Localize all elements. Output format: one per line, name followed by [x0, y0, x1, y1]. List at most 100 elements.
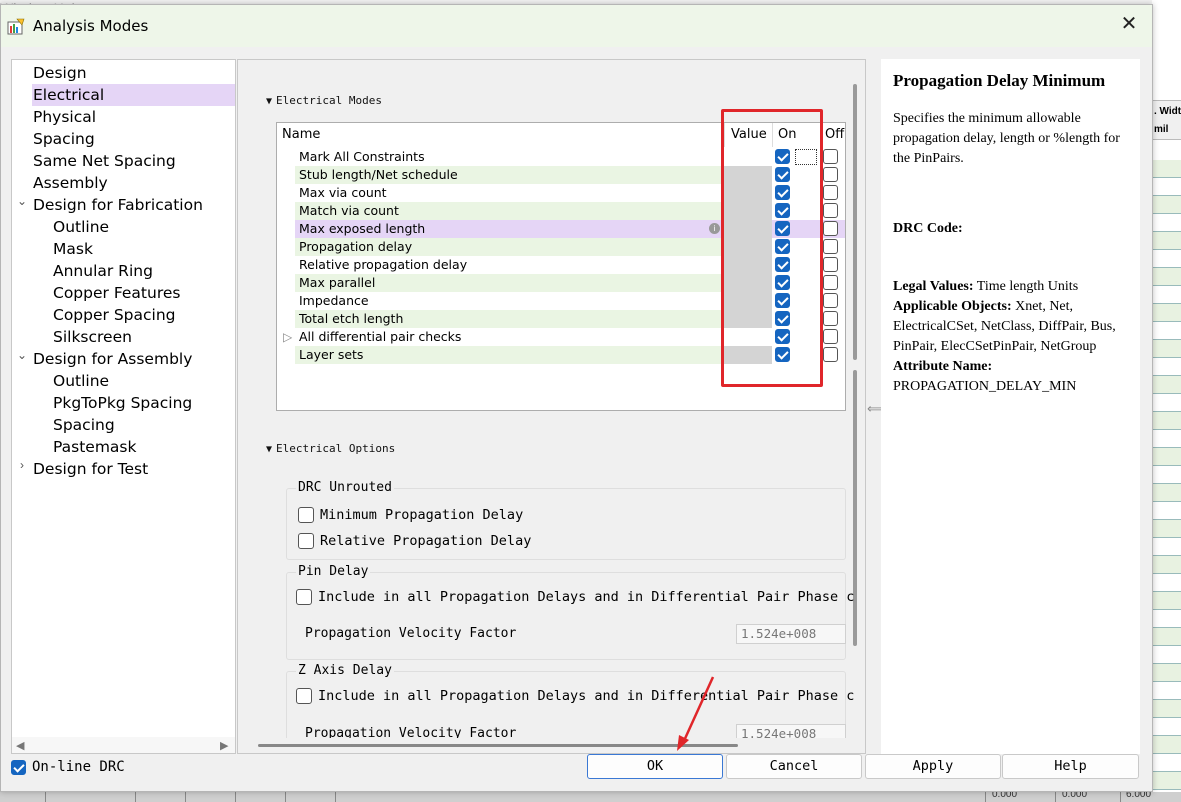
- rel-prop-delay-label: Relative Propagation Delay: [320, 533, 532, 549]
- horizontal-scrollbar[interactable]: [258, 744, 738, 747]
- tree-item[interactable]: Outline: [12, 216, 109, 238]
- tree-item[interactable]: Design: [12, 62, 87, 84]
- background-value: 6.000: [1126, 792, 1152, 800]
- scroll-right-icon[interactable]: ▶: [220, 739, 228, 752]
- applicable-objects: Applicable Objects: Xnet, Net, Electrica…: [893, 297, 1128, 357]
- expand-arrow-icon[interactable]: ▷: [283, 328, 292, 346]
- drc-code-label: DRC Code:: [893, 221, 963, 236]
- pin-delay-include-option[interactable]: Include in all Propagation Delays and in…: [296, 589, 854, 605]
- tree-item[interactable]: Spacing: [12, 414, 115, 436]
- scroll-left-icon[interactable]: ◀: [16, 739, 24, 752]
- mode-name: Match via count: [299, 203, 399, 218]
- mode-name: Layer sets: [299, 347, 364, 362]
- electrical-options-header[interactable]: ▼ Electrical Options: [266, 442, 395, 455]
- tree-item[interactable]: Spacing: [12, 128, 95, 150]
- attribute-name-text: PROPAGATION_DELAY_MIN: [893, 379, 1077, 394]
- title-bar[interactable]: Analysis Modes ✕: [1, 5, 1152, 47]
- pin-delay-include-label: Include in all Propagation Delays and in…: [318, 589, 855, 605]
- z-axis-include-label: Include in all Propagation Delays and in…: [318, 688, 855, 704]
- electrical-modes-header[interactable]: ▼ Electrical Modes: [266, 94, 382, 107]
- tree-item[interactable]: Physical: [12, 106, 96, 128]
- pin-delay-velocity-label: Propagation Velocity Factor: [305, 626, 517, 641]
- tree-item[interactable]: Silkscreen: [12, 326, 132, 348]
- legal-values-label: Legal Values:: [893, 279, 974, 294]
- online-drc-checkbox[interactable]: [11, 759, 26, 775]
- tree-item[interactable]: Electrical: [32, 84, 235, 106]
- analysis-modes-dialog: Analysis Modes ✕ Design Electrical Physica…: [0, 4, 1153, 792]
- mode-name: Mark All Constraints: [299, 149, 425, 164]
- off-checkbox[interactable]: [823, 149, 838, 164]
- tree-item[interactable]: PkgToPkg Spacing: [12, 392, 192, 414]
- tree-item[interactable]: Pastemask: [12, 436, 137, 458]
- off-checkbox[interactable]: [823, 347, 838, 362]
- pin-delay-velocity-field[interactable]: 1.524e+008: [736, 624, 846, 644]
- close-icon[interactable]: ✕: [1118, 13, 1140, 35]
- min-prop-delay-checkbox[interactable]: [298, 507, 314, 523]
- tree-item[interactable]: Design for Fabrication: [12, 194, 203, 216]
- ok-button[interactable]: OK: [587, 754, 723, 779]
- tree-item[interactable]: Design for Test: [12, 458, 148, 480]
- pin-delay-include-checkbox[interactable]: [296, 589, 312, 605]
- rel-prop-delay-checkbox[interactable]: [298, 533, 314, 549]
- mode-name: Max parallel: [299, 275, 376, 290]
- highlight-annotation-box: [721, 109, 823, 387]
- online-drc-label: On-line DRC: [32, 759, 125, 775]
- background-spreadsheet: . Widt mil: [1152, 0, 1181, 802]
- rel-prop-delay-option[interactable]: Relative Propagation Delay: [298, 533, 531, 549]
- vertical-scrollbar-upper[interactable]: [853, 84, 857, 360]
- mode-name: Total etch length: [299, 311, 404, 326]
- settings-panel: ▼ Electrical Modes Name Value On Off Mark…: [237, 59, 866, 754]
- background-column-header: . Widt mil: [1152, 100, 1181, 140]
- min-prop-delay-label: Minimum Propagation Delay: [320, 507, 524, 523]
- min-prop-delay-option[interactable]: Minimum Propagation Delay: [298, 507, 523, 523]
- mode-name: Stub length/Net schedule: [299, 167, 458, 182]
- mode-name: Relative propagation delay: [299, 257, 468, 272]
- help-button[interactable]: Help: [1002, 754, 1139, 779]
- collapse-triangle-icon: ▼: [266, 444, 273, 455]
- off-checkbox[interactable]: [823, 293, 838, 308]
- z-axis-delay-title: Z Axis Delay: [296, 663, 394, 678]
- z-axis-include-checkbox[interactable]: [296, 688, 312, 704]
- help-panel: Propagation Delay Minimum Specifies the …: [881, 59, 1140, 754]
- tree-horizontal-scrollbar[interactable]: ◀ ▶: [12, 737, 235, 753]
- section-title: Electrical Modes: [276, 94, 382, 107]
- off-checkbox[interactable]: [823, 311, 838, 326]
- apply-button[interactable]: Apply: [865, 754, 1001, 779]
- tree-item[interactable]: Copper Spacing: [12, 304, 176, 326]
- tree-item[interactable]: Outline: [12, 370, 109, 392]
- tree-item[interactable]: Mask: [12, 238, 93, 260]
- info-icon[interactable]: i: [709, 223, 720, 234]
- applicable-objects-label: Applicable Objects:: [893, 299, 1012, 314]
- legal-values: Legal Values: Time length Units: [893, 277, 1128, 297]
- mode-name: Propagation delay: [299, 239, 413, 254]
- legal-values-text: Time length Units: [973, 279, 1079, 294]
- tree-item[interactable]: Same Net Spacing: [12, 150, 176, 172]
- background-header-line: . Widt: [1154, 106, 1181, 117]
- tree-item[interactable]: Design for Assembly: [12, 348, 192, 370]
- mode-name: Max exposed length: [299, 221, 426, 236]
- z-axis-include-option[interactable]: Include in all Propagation Delays and in…: [296, 688, 854, 704]
- online-drc-toggle[interactable]: On-line DRC: [11, 757, 125, 777]
- off-checkbox[interactable]: [823, 257, 838, 272]
- tree-item[interactable]: Assembly: [12, 172, 108, 194]
- off-checkbox[interactable]: [823, 185, 838, 200]
- drc-unrouted-group: [286, 488, 846, 560]
- off-checkbox[interactable]: [823, 167, 838, 182]
- off-checkbox[interactable]: [823, 203, 838, 218]
- tree-item[interactable]: Copper Features: [12, 282, 180, 304]
- cancel-button[interactable]: Cancel: [726, 754, 862, 779]
- off-checkbox[interactable]: [823, 275, 838, 290]
- off-checkbox[interactable]: [823, 239, 838, 254]
- column-header-off: Off: [825, 127, 845, 142]
- dialog-title: Analysis Modes: [33, 17, 149, 35]
- background-grid: [1152, 160, 1181, 802]
- off-checkbox[interactable]: [823, 329, 838, 344]
- background-value: 0.000: [992, 792, 1018, 800]
- off-checkbox[interactable]: [823, 221, 838, 236]
- mode-name: Impedance: [299, 293, 369, 308]
- drc-unrouted-title: DRC Unrouted: [296, 480, 394, 495]
- tree-item[interactable]: Annular Ring: [12, 260, 153, 282]
- attribute-name-label: Attribute Name:: [893, 359, 993, 374]
- pin-delay-title: Pin Delay: [296, 564, 371, 579]
- app-icon: [7, 18, 25, 35]
